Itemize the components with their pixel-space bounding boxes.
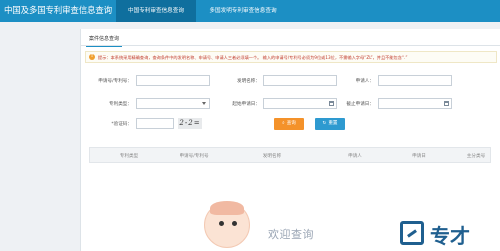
applicant-input[interactable] <box>378 75 452 86</box>
tab-multinational-patent-query[interactable]: 多国发明专利审查信息查询 <box>197 0 289 22</box>
mascot-eye <box>219 221 224 226</box>
reset-button[interactable]: ↻ 重置 <box>315 118 345 130</box>
column-header-filing-date: 申请日 <box>412 154 426 159</box>
warning-icon: ! <box>89 54 95 60</box>
app-no-label: 申请号/专利号： <box>98 79 132 84</box>
brand-watermark: 专才 <box>396 218 500 251</box>
brand-logo-icon <box>400 221 424 245</box>
captcha-input[interactable] <box>136 118 174 129</box>
column-header-invention-name: 发明名称 <box>262 154 282 159</box>
mascot-hair <box>210 201 244 215</box>
chevron-down-icon <box>202 102 206 105</box>
welcome-empty-state: 欢迎查询 <box>198 198 388 251</box>
calendar-icon[interactable] <box>444 101 449 106</box>
invention-name-label: 发明名称： <box>237 79 260 84</box>
end-date-input[interactable] <box>378 98 452 109</box>
welcome-text: 欢迎查询 <box>268 228 314 241</box>
patent-type-select[interactable] <box>136 98 210 109</box>
notice-banner: ! 提示：本系统采用精确查询，查询条件中的发明名称、申请号、申请人三者必须填一个… <box>85 51 497 63</box>
app-no-input[interactable] <box>136 75 210 86</box>
column-header-app-no: 申请号/专利号 <box>179 154 209 159</box>
notice-text: 提示：本系统采用精确查询，查询条件中的发明名称、申请号、申请人三者必须填一个。 … <box>98 54 408 60</box>
search-icon: ⌕ <box>282 121 285 126</box>
invention-name-input[interactable] <box>263 75 337 86</box>
start-date-label: 起始申请日： <box>232 102 260 107</box>
query-button-label: 查询 <box>286 121 296 126</box>
column-header-applicant: 申请人 <box>348 154 362 159</box>
divider <box>81 45 500 46</box>
end-date-label: 截止申请日： <box>346 102 374 107</box>
column-header-patent-type: 专利类型 <box>119 154 139 159</box>
column-header-main-class: 主分类号 <box>466 154 486 159</box>
mascot-eye <box>232 221 237 226</box>
brand-name: 专才 <box>430 224 470 248</box>
applicant-label: 申请人： <box>355 79 374 84</box>
start-date-input[interactable] <box>263 98 337 109</box>
captcha-label: *验证码： <box>111 122 132 127</box>
app-title: 中国及多国专利审查信息查询 <box>4 6 112 16</box>
reset-button-label: 重置 <box>328 121 338 126</box>
refresh-icon: ↻ <box>322 121 327 126</box>
results-table-header: 专利类型 申请号/专利号 发明名称 申请人 申请日 主分类号 <box>89 147 491 163</box>
query-button[interactable]: ⌕ 查询 <box>274 118 304 130</box>
patent-type-label: 专利类型： <box>109 102 132 107</box>
captcha-image[interactable]: 2-2= <box>178 118 202 129</box>
tab-china-patent-query[interactable]: 中国专利审查信息查询 <box>116 0 196 22</box>
calendar-icon[interactable] <box>329 101 334 106</box>
top-navigation-bar: 中国及多国专利审查信息查询 中国专利审查信息查询 多国发明专利审查信息查询 <box>0 0 500 22</box>
mascot-illustration <box>204 201 250 248</box>
